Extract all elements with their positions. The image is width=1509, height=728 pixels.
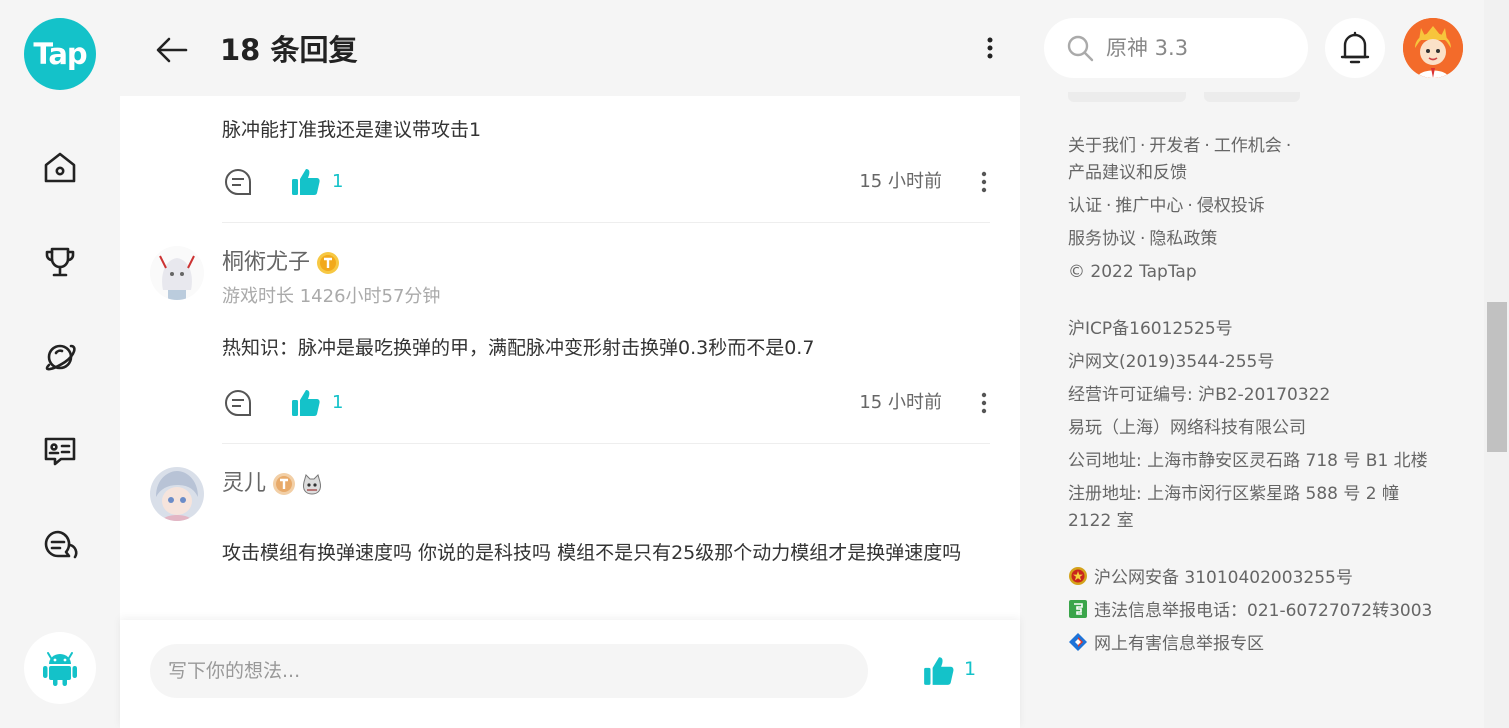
left-rail: Tap — [0, 0, 120, 728]
footer-netcul: 沪网文(2019)3544-255号 — [1068, 352, 1275, 372]
harmful-report-icon — [1069, 633, 1087, 651]
footer-police-text: 沪公网安备 31010402003255号 — [1094, 568, 1353, 588]
footer-harmful-row[interactable]: 网上有害信息举报专区 — [1068, 631, 1264, 657]
footer-links-row: 关于我们 · 开发者 · 工作机会 · — [1068, 136, 1292, 156]
reply-item: 灵儿 攻击模组有换弹速度吗 你说的是科技吗 模组不是只有25级那个动力模组才是换… — [120, 443, 1020, 620]
username-text: 桐術尤子 — [222, 250, 311, 275]
footer-reg-address: 注册地址: 上海市闵行区紫星路 588 号 2 幢 — [1068, 484, 1400, 504]
verified-badge-icon — [317, 252, 340, 274]
footer-icp[interactable]: 沪ICP备16012525号 — [1068, 319, 1233, 339]
trophy-icon[interactable] — [40, 242, 80, 282]
bell-icon — [1340, 31, 1370, 64]
thumbs-up-icon[interactable] — [290, 166, 322, 198]
footer-police-row[interactable]: 沪公网安备 31010402003255号 — [1068, 565, 1353, 591]
more-vertical-icon[interactable] — [972, 387, 996, 419]
footer-links-row: 服务协议 · 隐私政策 — [1068, 229, 1218, 249]
footer-link-terms[interactable]: 服务协议 — [1068, 229, 1136, 249]
footer-reg-address-2: 2122 室 — [1068, 511, 1134, 531]
reply-username: 桐術尤子 — [222, 248, 340, 278]
planet-icon[interactable] — [40, 337, 80, 377]
reply-actions: 1 15 小时前 — [222, 383, 992, 423]
footer-link-about[interactable]: 关于我们 — [1068, 136, 1136, 156]
footer-harmful-text: 网上有害信息举报专区 — [1094, 634, 1264, 654]
search-input[interactable] — [1106, 28, 1296, 68]
footer-company: 易玩（上海）网络科技有限公司 — [1068, 418, 1306, 438]
avatar[interactable] — [150, 246, 204, 300]
chat-icon[interactable] — [40, 526, 80, 566]
footer-link-complaint[interactable]: 侵权投诉 — [1197, 196, 1265, 216]
comment-icon[interactable] — [222, 166, 254, 198]
reply-content: 攻击模组有换弹速度吗 你说的是科技吗 模组不是只有25级那个动力模组才是换弹速度… — [222, 542, 962, 564]
notifications-button[interactable] — [1325, 18, 1385, 78]
logo-text: Tap — [33, 37, 87, 71]
id-card-icon[interactable] — [40, 431, 80, 471]
footer-link-developer[interactable]: 开发者 — [1149, 136, 1200, 156]
reply-content: 脉冲能打准我还是建议带攻击1 — [222, 119, 482, 141]
username-text: 灵儿 — [222, 471, 267, 496]
thumbs-up-icon[interactable] — [290, 387, 322, 419]
reply-item: 桐術尤子 游戏时长 1426小时57分钟 热知识：脉冲是最吃换弹的甲，满配脉冲变… — [120, 222, 1020, 442]
page-title: 18 条回复 — [220, 33, 358, 67]
footer-report-row[interactable]: 违法信息举报电话：021-60727072转3003 — [1068, 598, 1432, 624]
replies-list: 脉冲能打准我还是建议带攻击1 1 15 小时前 桐術尤子 游戏时长 1426小时… — [120, 96, 1020, 620]
reply-content: 热知识：脉冲是最吃换弹的甲，满配脉冲变形射击换弹0.3秒而不是0.7 — [222, 337, 815, 359]
footer-link-privacy[interactable]: 隐私政策 — [1149, 229, 1217, 249]
footer-link-certify[interactable]: 认证 — [1068, 196, 1102, 216]
level-badge-icon — [273, 473, 296, 495]
footer-link-promo[interactable]: 推广中心 — [1115, 196, 1183, 216]
reply-bar: 1 — [120, 620, 1020, 728]
tab-stub — [1068, 92, 1186, 102]
like-count: 1 — [964, 658, 977, 680]
scrollbar-thumb[interactable] — [1487, 302, 1507, 452]
reply-time: 15 小时前 — [859, 392, 942, 413]
copyright: © 2022 TapTap — [1068, 262, 1197, 282]
like-count: 1 — [332, 171, 344, 192]
play-time: 游戏时长 1426小时57分钟 — [222, 286, 441, 307]
home-icon[interactable] — [40, 148, 80, 188]
user-avatar[interactable] — [1403, 18, 1463, 78]
footer-links-row: 认证 · 推广中心 · 侵权投诉 — [1068, 196, 1265, 216]
footer-link-feedback[interactable]: 产品建议和反馈 — [1068, 163, 1187, 183]
arrow-left-icon — [156, 37, 188, 63]
reply-actions: 1 15 小时前 — [222, 162, 992, 202]
footer-office-address: 公司地址: 上海市静安区灵石路 718 号 B1 北楼 — [1068, 451, 1428, 471]
report-phone-icon — [1069, 600, 1087, 618]
tab-stub — [1204, 92, 1300, 102]
more-vertical-icon — [987, 37, 993, 59]
police-emblem-icon — [1069, 567, 1087, 585]
thumbs-up-icon[interactable] — [922, 654, 956, 688]
reply-username: 灵儿 — [222, 469, 324, 499]
reply-item: 脉冲能打准我还是建议带攻击1 1 15 小时前 — [120, 96, 1020, 224]
footer-report-text: 违法信息举报电话：021-60727072转3003 — [1094, 601, 1433, 621]
reply-input[interactable] — [150, 644, 868, 698]
search-icon — [1067, 35, 1094, 62]
android-download-button[interactable] — [24, 632, 96, 704]
footer-link-jobs[interactable]: 工作机会 — [1214, 136, 1282, 156]
android-icon — [43, 652, 77, 686]
reply-time: 15 小时前 — [859, 171, 942, 192]
cat-badge-icon — [303, 474, 321, 495]
back-button[interactable] — [152, 30, 192, 70]
footer-license: 经营许可证编号: 沪B2-20170322 — [1068, 385, 1331, 405]
taptap-logo[interactable]: Tap — [24, 18, 96, 90]
like-count: 1 — [332, 392, 344, 413]
more-options-button[interactable] — [974, 32, 1006, 64]
search-box — [1044, 18, 1308, 78]
comment-icon[interactable] — [222, 387, 254, 419]
avatar[interactable] — [150, 467, 204, 521]
more-vertical-icon[interactable] — [972, 166, 996, 198]
